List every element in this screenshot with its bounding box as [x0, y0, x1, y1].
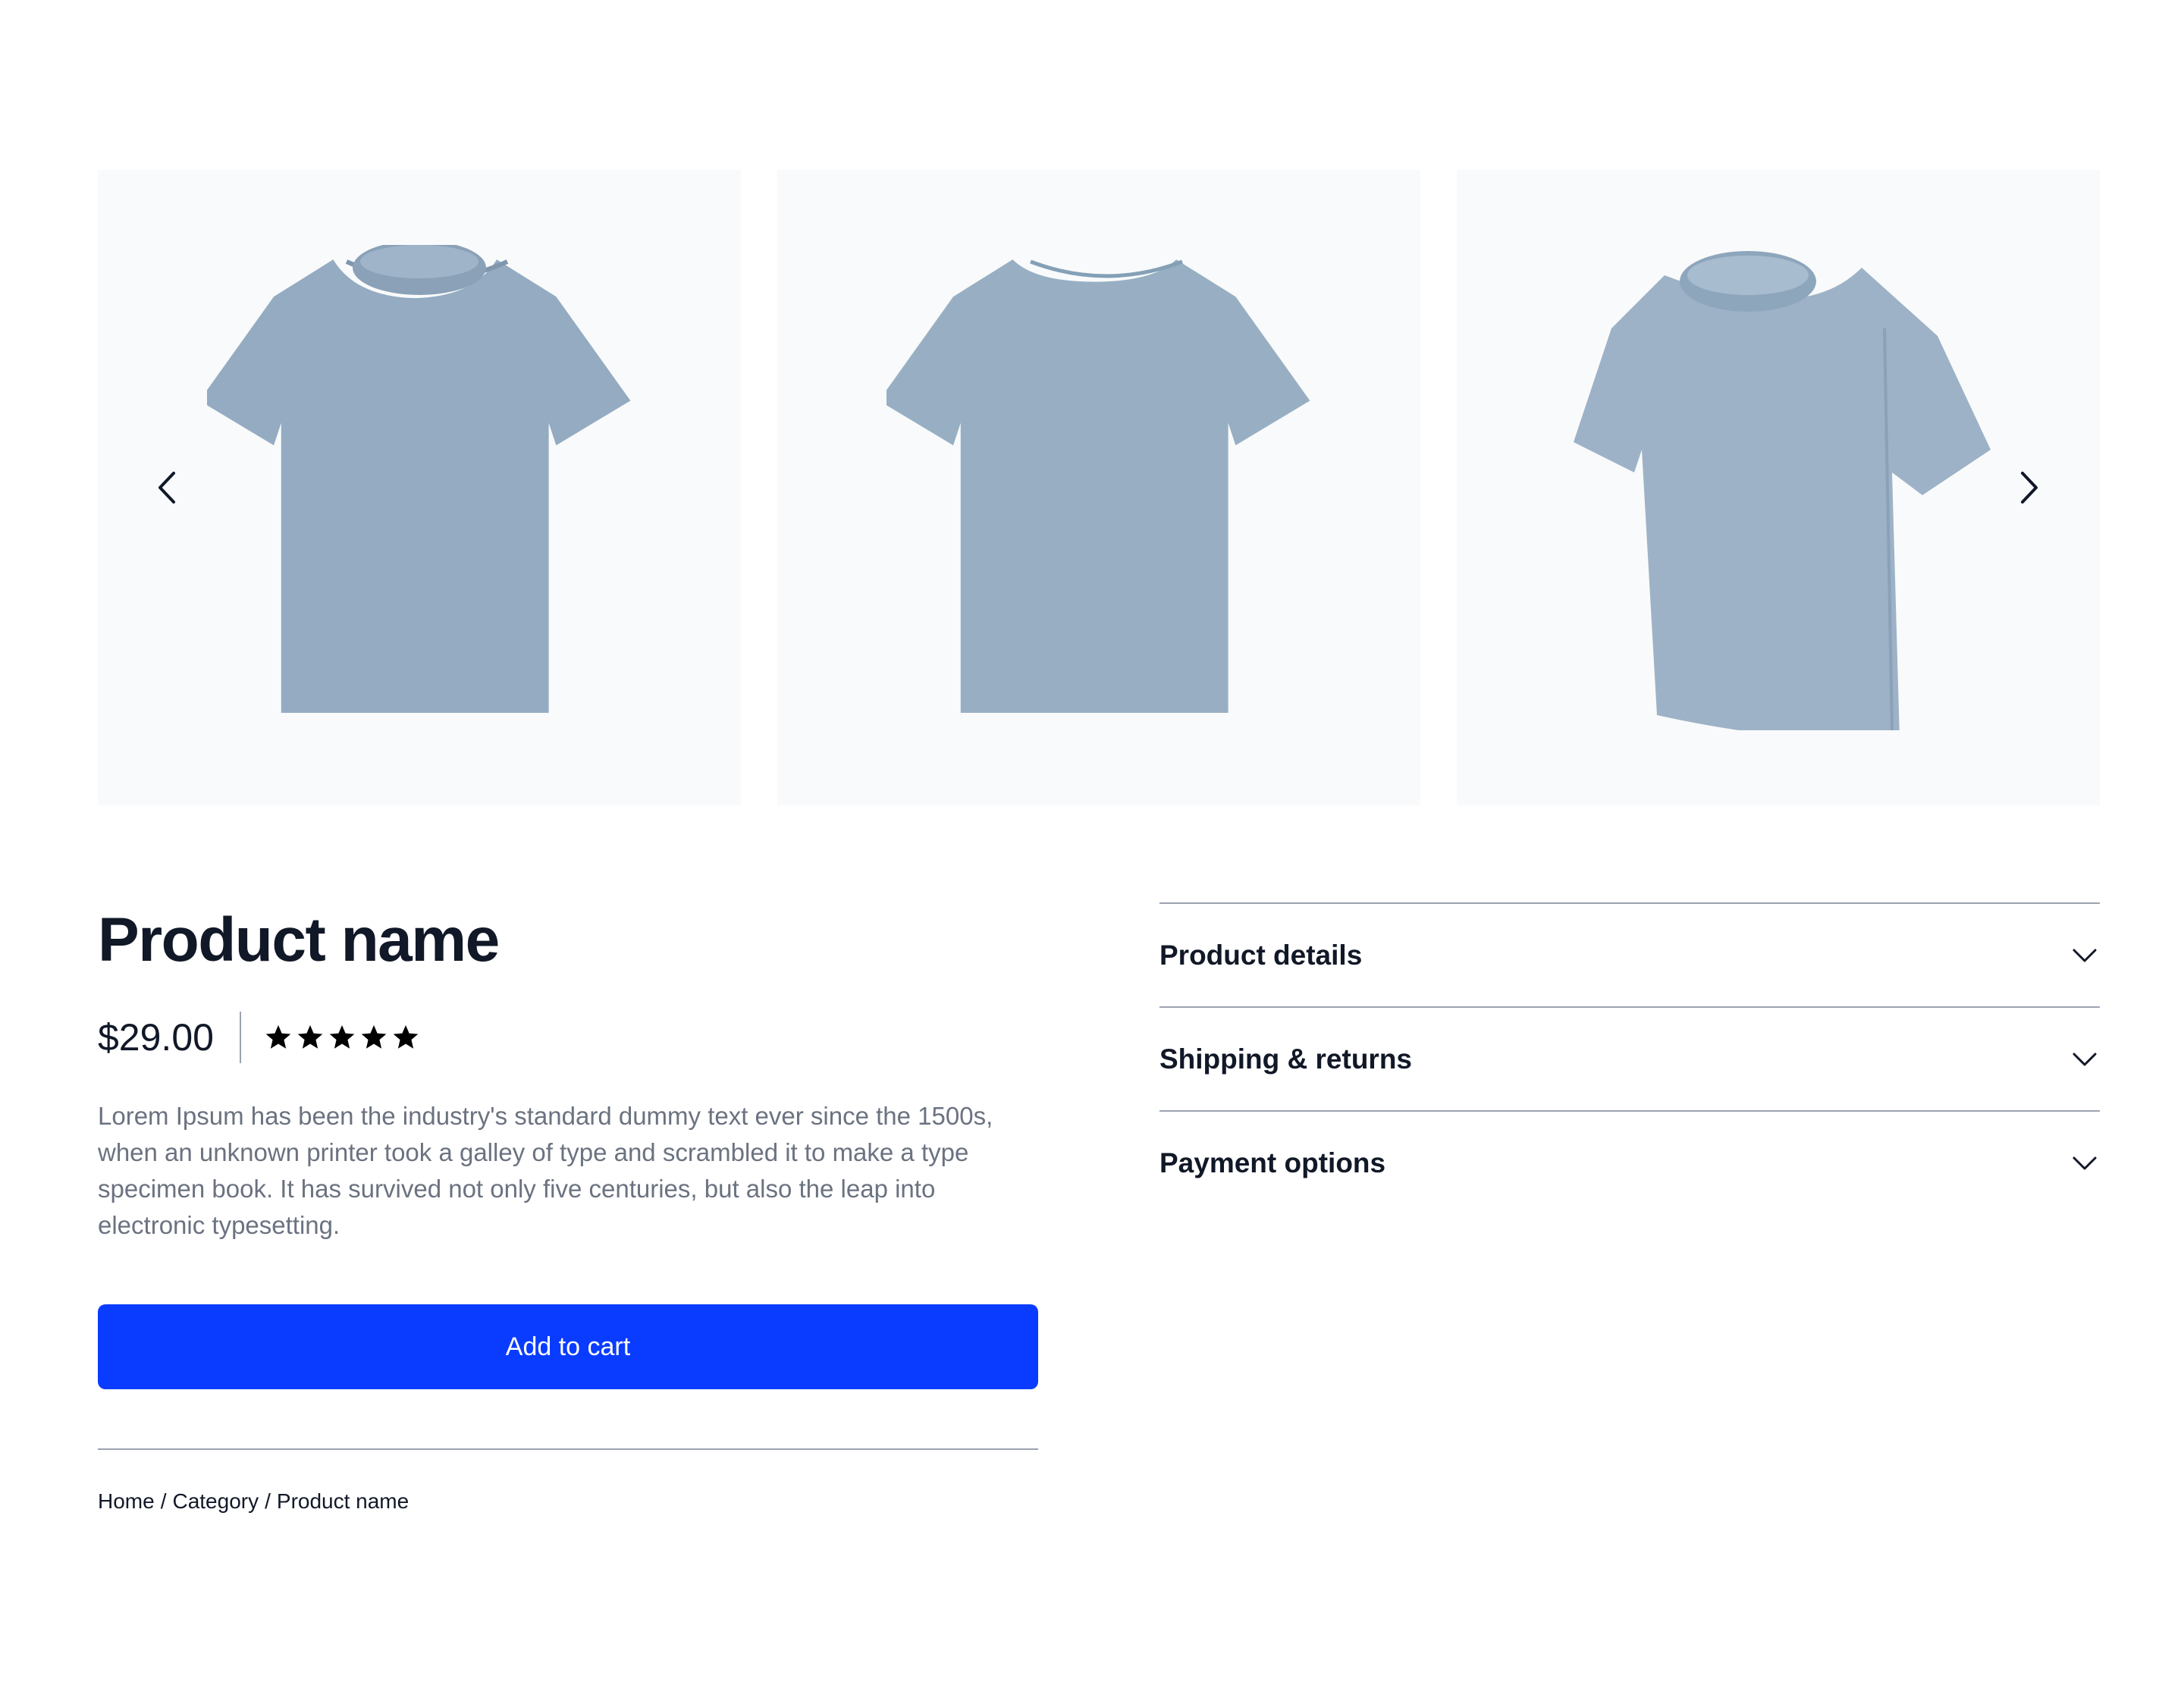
- price-divider: [239, 1012, 241, 1063]
- accordion-label: Payment options: [1159, 1147, 1386, 1178]
- chevron-down-icon: [2069, 1044, 2100, 1075]
- gallery-image-side[interactable]: [1457, 170, 2100, 805]
- breadcrumb-separator: /: [265, 1489, 271, 1513]
- product-description: Lorem Ipsum has been the industry's stan…: [98, 1102, 993, 1239]
- breadcrumb-category[interactable]: Category: [172, 1489, 259, 1514]
- gallery-prev-button[interactable]: [146, 466, 188, 509]
- accordion-label: Shipping & returns: [1159, 1043, 1412, 1075]
- accordion-label: Product details: [1159, 939, 1363, 971]
- chevron-down-icon: [2069, 1148, 2100, 1178]
- tshirt-back-image: [886, 259, 1310, 714]
- star-icon: [265, 1024, 291, 1049]
- accordion-payment-options[interactable]: Payment options: [1159, 1112, 2100, 1214]
- gallery-image-back[interactable]: [777, 170, 1420, 805]
- chevron-down-icon: [2069, 940, 2100, 971]
- product-price: $29.00: [98, 1016, 214, 1059]
- gallery-next-button[interactable]: [2008, 466, 2051, 509]
- accordion-product-details[interactable]: Product details: [1159, 904, 2100, 1008]
- accordion-shipping-returns[interactable]: Shipping & returns: [1159, 1008, 2100, 1112]
- gallery-image-front[interactable]: [98, 170, 741, 805]
- product-title: Product name: [98, 905, 500, 974]
- product-info: Product name $29.00 Lorem Ipsum has been…: [98, 895, 1038, 1514]
- add-to-cart-button[interactable]: Add to cart: [98, 1304, 1038, 1389]
- tshirt-front-image: [207, 245, 631, 714]
- product-gallery: [98, 170, 2100, 805]
- breadcrumb-current: Product name: [276, 1489, 410, 1513]
- chevron-left-icon: [158, 472, 175, 504]
- breadcrumb-separator: /: [160, 1489, 167, 1513]
- chevron-right-icon: [2021, 472, 2038, 504]
- star-icon: [361, 1024, 387, 1049]
- breadcrumb-home[interactable]: Home: [98, 1489, 155, 1514]
- price-rating-row: $29.00: [98, 1010, 1038, 1065]
- star-rating: [264, 1023, 420, 1052]
- product-accordion: Product details Shipping & returns Payme…: [1159, 902, 2100, 1214]
- tshirt-side-image: [1574, 251, 1991, 730]
- star-icon: [393, 1024, 419, 1049]
- star-icon: [297, 1024, 323, 1049]
- divider: [98, 1448, 1038, 1450]
- breadcrumb: Home / Category / Product name: [98, 1489, 1038, 1514]
- star-icon: [329, 1024, 355, 1049]
